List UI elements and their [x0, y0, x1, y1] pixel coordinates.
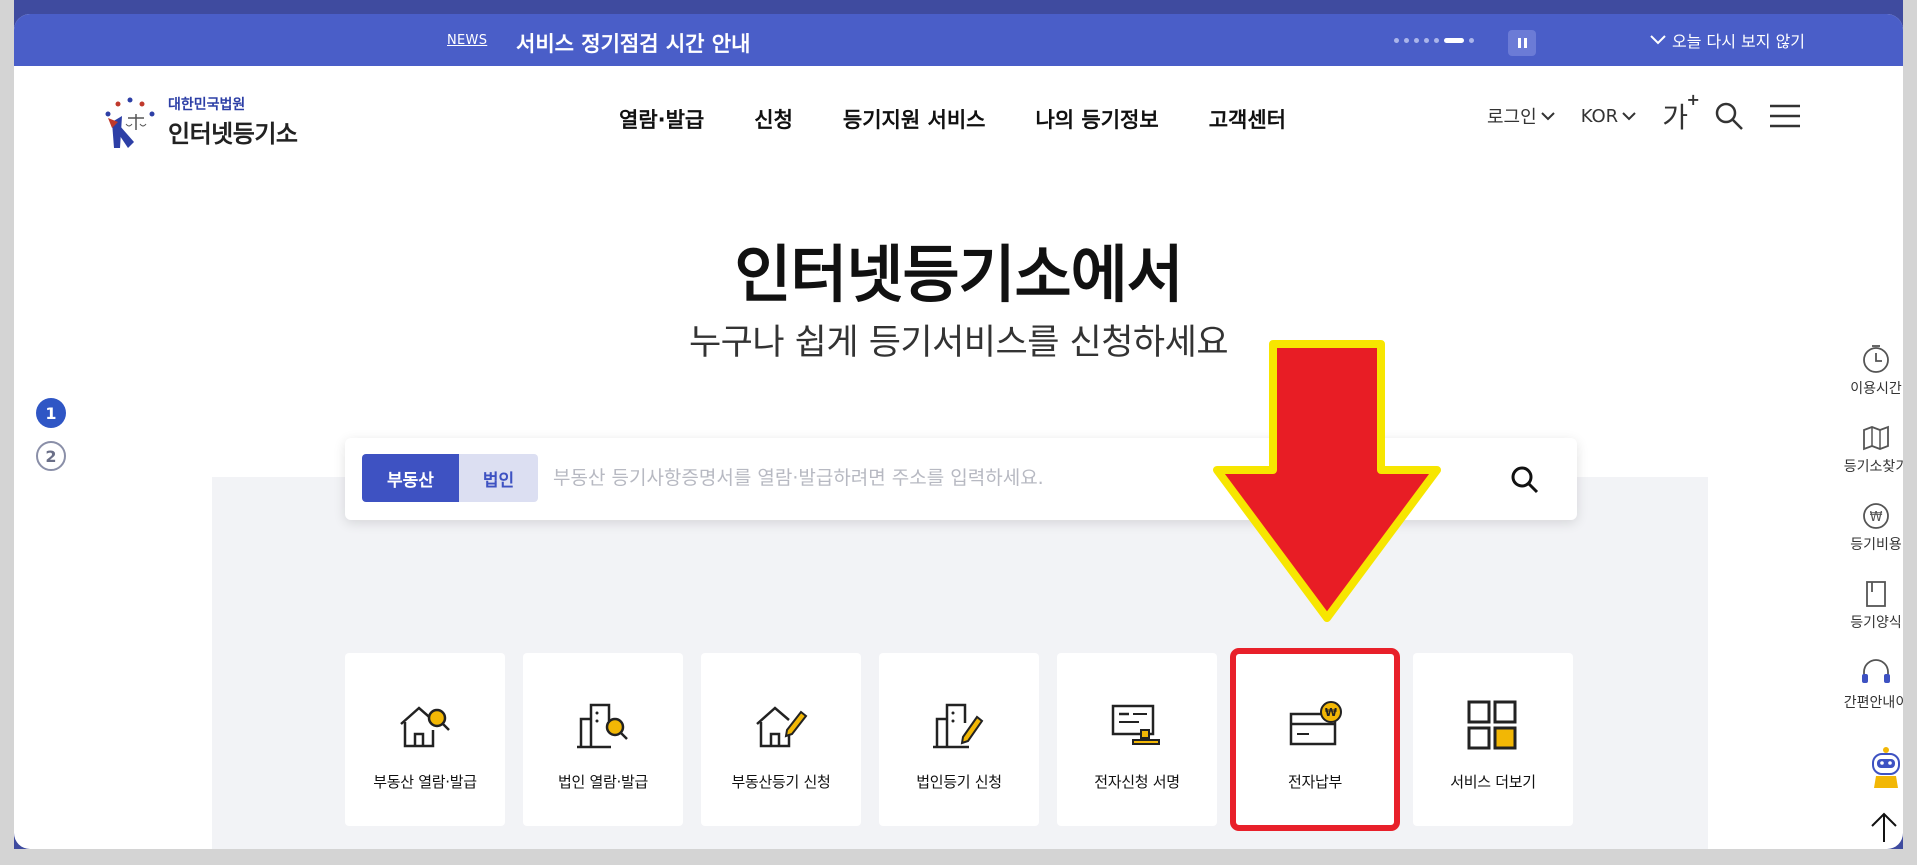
check-icon [1650, 35, 1666, 45]
house-pen-icon [756, 706, 808, 748]
dismiss-label: 오늘 다시 보지 않기 [1672, 32, 1806, 51]
language-label: KOR [1580, 105, 1619, 127]
slide-dot[interactable] [1404, 38, 1409, 43]
service-card-more[interactable]: 서비스 더보기 [1413, 653, 1573, 826]
service-card-label: 부동산등기 신청 [731, 773, 831, 791]
service-card-realty-apply[interactable]: 부동산등기 신청 [701, 653, 861, 826]
service-card-label: 법인등기 신청 [916, 773, 1002, 791]
service-card-e-sign[interactable]: 전자신청 서명 [1057, 653, 1217, 826]
e-sign-icon [1111, 704, 1160, 745]
search-icon[interactable] [1714, 101, 1744, 131]
quick-item-label: 등기비용 [1850, 537, 1902, 553]
service-card-label: 법인 열람·발급 [558, 773, 648, 791]
won-coin-icon: ₩ [1863, 503, 1889, 529]
logo-top-text: 대한민국법원 [168, 96, 246, 113]
plus-icon: + [1686, 90, 1700, 109]
quick-item-forms[interactable]: 등기양식 [1850, 580, 1902, 632]
utility-menu: 로그인 KOR 가 + [1487, 90, 1800, 136]
service-card-e-payment[interactable]: ₩ 전자납부 [1230, 648, 1400, 831]
login-dropdown[interactable]: 로그인 [1487, 103, 1555, 129]
login-label: 로그인 [1487, 107, 1537, 128]
court-emblem-icon [105, 97, 155, 148]
chatbot-icon[interactable] [1868, 746, 1903, 790]
hero-subtitle: 누구나 쉽게 등기서비스를 신청하세요 [688, 323, 1229, 363]
slide-dot[interactable] [1414, 38, 1419, 43]
hero-title: 인터넷등기소에서 [734, 238, 1183, 311]
page-frame: NEWS 서비스 정기점검 시간 안내 오늘 다시 보지 않기 대한민국법원 인… [14, 14, 1903, 849]
building-pen-icon [933, 703, 984, 749]
service-card-realty-view[interactable]: 부동산 열람·발급 [345, 653, 505, 826]
chevron-down-icon [1622, 112, 1636, 121]
svg-text:₩: ₩ [1870, 510, 1883, 525]
slide-dot[interactable] [1434, 38, 1439, 43]
news-title-link[interactable]: 서비스 정기점검 시간 안내 [516, 28, 750, 58]
search-submit-button[interactable] [1505, 460, 1545, 500]
language-dropdown[interactable]: KOR [1581, 106, 1637, 127]
logo-main-text: 인터넷등기소 [168, 119, 298, 148]
tab-corporation[interactable]: 법인 [459, 454, 538, 502]
slide-dot[interactable] [1469, 38, 1474, 43]
quick-item-guide[interactable]: 간편안내이 [1844, 658, 1903, 712]
quick-menu: 이용시간 등기소찾기 ₩ 등기비용 등기양식 간편안내이 [1834, 344, 1903, 712]
left-margin [0, 0, 14, 865]
main-navigation: 열람·발급 신청 등기지원 서비스 나의 등기정보 고객센터 [619, 104, 1286, 134]
svg-text:₩: ₩ [1325, 706, 1337, 719]
nav-item-my-registry[interactable]: 나의 등기정보 [1035, 104, 1158, 134]
grid-icon [1467, 700, 1517, 750]
nav-item-apply[interactable]: 신청 [754, 104, 793, 134]
slide-dot-active[interactable] [1444, 38, 1464, 43]
quick-item-label: 등기소찾기 [1843, 459, 1903, 475]
map-icon [1863, 425, 1889, 451]
service-card-label: 부동산 열람·발급 [373, 773, 477, 791]
house-search-icon [400, 706, 450, 748]
service-shortcuts: 부동산 열람·발급 법인 열람·발급 부동산등기 신청 법인등기 신청 전자신청… [345, 648, 1573, 831]
hamburger-menu-icon[interactable] [1769, 103, 1800, 129]
logo-text: 대한민국법원 인터넷등기소 [168, 94, 298, 149]
service-card-corp-apply[interactable]: 법인등기 신청 [879, 653, 1039, 826]
pager-item-2[interactable]: 2 [36, 441, 66, 471]
quick-item-label: 이용시간 [1850, 381, 1902, 397]
nav-item-customer-center[interactable]: 고객센터 [1209, 104, 1286, 134]
nav-item-view-issue[interactable]: 열람·발급 [619, 104, 704, 134]
building-search-icon [577, 703, 628, 749]
headset-icon [1862, 659, 1890, 683]
document-icon [1866, 581, 1886, 607]
service-card-label: 전자납부 [1287, 773, 1342, 791]
red-down-arrow-annotation [1213, 340, 1441, 622]
nav-item-support-services[interactable]: 등기지원 서비스 [843, 104, 986, 134]
font-size-label: 가 [1662, 101, 1688, 134]
pause-button[interactable] [1508, 30, 1536, 56]
slide-dot[interactable] [1424, 38, 1429, 43]
quick-item-find-office[interactable]: 등기소찾기 [1844, 424, 1903, 476]
news-slide-indicator[interactable] [1394, 38, 1474, 43]
service-card-label: 전자신청 서명 [1094, 773, 1180, 791]
service-card-corp-view[interactable]: 법인 열람·발급 [523, 653, 683, 826]
slide-dot[interactable] [1394, 38, 1399, 43]
quick-item-label: 간편안내이 [1843, 695, 1903, 711]
tab-real-estate[interactable]: 부동산 [362, 454, 459, 502]
e-payment-icon: ₩ [1289, 701, 1342, 746]
clock-icon [1863, 345, 1889, 373]
right-margin [1903, 0, 1917, 865]
quick-item-hours[interactable]: 이용시간 [1850, 344, 1902, 398]
search-icon [1511, 466, 1539, 494]
browser-top-strip [0, 0, 1917, 14]
news-tag[interactable]: NEWS [447, 33, 487, 48]
service-card-label: 서비스 더보기 [1450, 773, 1536, 791]
chevron-down-icon [1540, 112, 1555, 121]
scroll-top-arrow-icon[interactable] [1866, 810, 1902, 846]
section-pager: 1 2 [36, 398, 66, 471]
font-size-increase-button[interactable]: 가 + [1662, 90, 1700, 136]
dismiss-today-button[interactable]: 오늘 다시 보지 않기 [1650, 28, 1805, 52]
site-header: 대한민국법원 인터넷등기소 열람·발급 신청 등기지원 서비스 나의 등기정보 … [14, 66, 1903, 166]
news-bar: NEWS 서비스 정기점검 시간 안내 오늘 다시 보지 않기 [14, 14, 1903, 66]
bottom-margin [0, 849, 1917, 865]
quick-item-fees[interactable]: ₩ 등기비용 [1850, 502, 1902, 554]
pager-item-1[interactable]: 1 [36, 398, 66, 428]
site-logo[interactable]: 대한민국법원 인터넷등기소 [98, 92, 298, 150]
quick-item-label: 등기양식 [1850, 615, 1902, 631]
